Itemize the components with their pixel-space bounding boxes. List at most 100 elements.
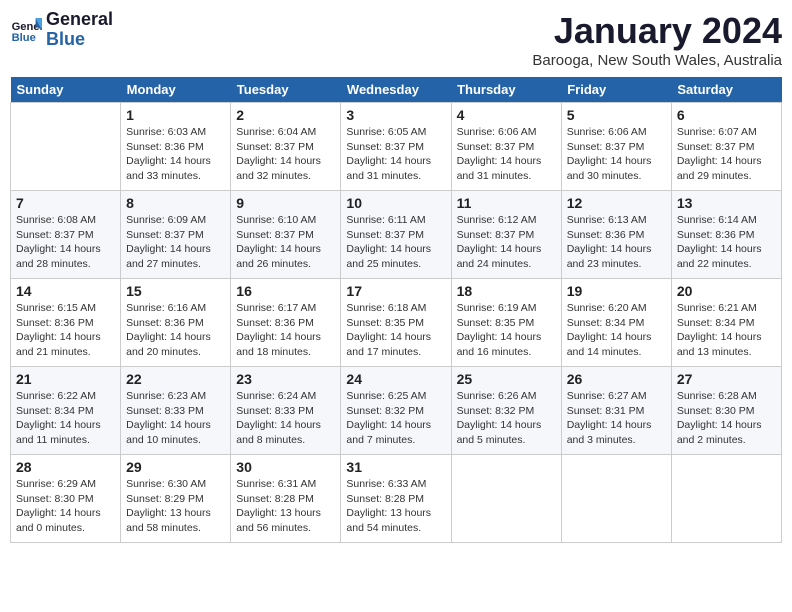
- day-cell: 15 Sunrise: 6:16 AM Sunset: 8:36 PM Dayli…: [121, 279, 231, 367]
- day-cell: 4 Sunrise: 6:06 AM Sunset: 8:37 PM Daylig…: [451, 103, 561, 191]
- logo-general: General: [46, 10, 113, 30]
- day-cell: 11 Sunrise: 6:12 AM Sunset: 8:37 PM Dayli…: [451, 191, 561, 279]
- day-info: Sunrise: 6:28 AM Sunset: 8:30 PM Dayligh…: [677, 389, 776, 448]
- day-cell: 17 Sunrise: 6:18 AM Sunset: 8:35 PM Dayli…: [341, 279, 451, 367]
- week-row-1: 1 Sunrise: 6:03 AM Sunset: 8:36 PM Daylig…: [11, 103, 782, 191]
- day-number: 2: [236, 107, 335, 123]
- day-info: Sunrise: 6:21 AM Sunset: 8:34 PM Dayligh…: [677, 301, 776, 360]
- day-info: Sunrise: 6:05 AM Sunset: 8:37 PM Dayligh…: [346, 125, 445, 184]
- day-info: Sunrise: 6:17 AM Sunset: 8:36 PM Dayligh…: [236, 301, 335, 360]
- location: Barooga, New South Wales, Australia: [532, 52, 782, 69]
- day-cell: 16 Sunrise: 6:17 AM Sunset: 8:36 PM Dayli…: [231, 279, 341, 367]
- day-cell: [561, 455, 671, 543]
- day-info: Sunrise: 6:03 AM Sunset: 8:36 PM Dayligh…: [126, 125, 225, 184]
- day-info: Sunrise: 6:09 AM Sunset: 8:37 PM Dayligh…: [126, 213, 225, 272]
- day-number: 27: [677, 371, 776, 387]
- day-info: Sunrise: 6:25 AM Sunset: 8:32 PM Dayligh…: [346, 389, 445, 448]
- day-cell: [451, 455, 561, 543]
- week-row-2: 7 Sunrise: 6:08 AM Sunset: 8:37 PM Daylig…: [11, 191, 782, 279]
- day-number: 19: [567, 283, 666, 299]
- day-cell: [11, 103, 121, 191]
- day-cell: 30Sunrise: 6:31 AM Sunset: 8:28 PM Dayli…: [231, 455, 341, 543]
- weekday-header-thursday: Thursday: [451, 77, 561, 103]
- calendar-table: SundayMondayTuesdayWednesdayThursdayFrid…: [10, 77, 782, 543]
- day-number: 15: [126, 283, 225, 299]
- day-number: 25: [457, 371, 556, 387]
- day-info: Sunrise: 6:18 AM Sunset: 8:35 PM Dayligh…: [346, 301, 445, 360]
- day-number: 6: [677, 107, 776, 123]
- day-cell: 28Sunrise: 6:29 AM Sunset: 8:30 PM Dayli…: [11, 455, 121, 543]
- day-info: Sunrise: 6:30 AM Sunset: 8:29 PM Dayligh…: [126, 477, 225, 536]
- day-info: Sunrise: 6:16 AM Sunset: 8:36 PM Dayligh…: [126, 301, 225, 360]
- day-info: Sunrise: 6:26 AM Sunset: 8:32 PM Dayligh…: [457, 389, 556, 448]
- day-number: 8: [126, 195, 225, 211]
- day-info: Sunrise: 6:22 AM Sunset: 8:34 PM Dayligh…: [16, 389, 115, 448]
- day-info: Sunrise: 6:11 AM Sunset: 8:37 PM Dayligh…: [346, 213, 445, 272]
- weekday-header-sunday: Sunday: [11, 77, 121, 103]
- day-cell: 5 Sunrise: 6:06 AM Sunset: 8:37 PM Daylig…: [561, 103, 671, 191]
- logo: General Blue General Blue: [10, 10, 113, 50]
- day-info: Sunrise: 6:33 AM Sunset: 8:28 PM Dayligh…: [346, 477, 445, 536]
- day-info: Sunrise: 6:10 AM Sunset: 8:37 PM Dayligh…: [236, 213, 335, 272]
- day-cell: 20 Sunrise: 6:21 AM Sunset: 8:34 PM Dayli…: [671, 279, 781, 367]
- day-number: 10: [346, 195, 445, 211]
- day-number: 20: [677, 283, 776, 299]
- day-info: Sunrise: 6:07 AM Sunset: 8:37 PM Dayligh…: [677, 125, 776, 184]
- week-row-3: 14Sunrise: 6:15 AM Sunset: 8:36 PM Dayli…: [11, 279, 782, 367]
- day-number: 1: [126, 107, 225, 123]
- day-cell: [671, 455, 781, 543]
- day-cell: 31Sunrise: 6:33 AM Sunset: 8:28 PM Dayli…: [341, 455, 451, 543]
- weekday-header-friday: Friday: [561, 77, 671, 103]
- day-cell: 12 Sunrise: 6:13 AM Sunset: 8:36 PM Dayli…: [561, 191, 671, 279]
- day-cell: 23 Sunrise: 6:24 AM Sunset: 8:33 PM Dayli…: [231, 367, 341, 455]
- day-number: 4: [457, 107, 556, 123]
- day-info: Sunrise: 6:06 AM Sunset: 8:37 PM Dayligh…: [567, 125, 666, 184]
- day-cell: 14Sunrise: 6:15 AM Sunset: 8:36 PM Dayli…: [11, 279, 121, 367]
- day-number: 23: [236, 371, 335, 387]
- day-cell: 25 Sunrise: 6:26 AM Sunset: 8:32 PM Dayli…: [451, 367, 561, 455]
- page-header: General Blue General Blue January 2024 B…: [10, 10, 782, 69]
- day-info: Sunrise: 6:12 AM Sunset: 8:37 PM Dayligh…: [457, 213, 556, 272]
- logo-blue: Blue: [46, 30, 113, 50]
- day-info: Sunrise: 6:29 AM Sunset: 8:30 PM Dayligh…: [16, 477, 115, 536]
- day-info: Sunrise: 6:15 AM Sunset: 8:36 PM Dayligh…: [16, 301, 115, 360]
- day-info: Sunrise: 6:31 AM Sunset: 8:28 PM Dayligh…: [236, 477, 335, 536]
- day-cell: 10 Sunrise: 6:11 AM Sunset: 8:37 PM Dayli…: [341, 191, 451, 279]
- day-cell: 9 Sunrise: 6:10 AM Sunset: 8:37 PM Daylig…: [231, 191, 341, 279]
- day-number: 9: [236, 195, 335, 211]
- day-info: Sunrise: 6:13 AM Sunset: 8:36 PM Dayligh…: [567, 213, 666, 272]
- day-number: 13: [677, 195, 776, 211]
- day-number: 12: [567, 195, 666, 211]
- day-cell: 22Sunrise: 6:23 AM Sunset: 8:33 PM Dayli…: [121, 367, 231, 455]
- day-cell: 19Sunrise: 6:20 AM Sunset: 8:34 PM Dayli…: [561, 279, 671, 367]
- day-number: 16: [236, 283, 335, 299]
- day-cell: 8 Sunrise: 6:09 AM Sunset: 8:37 PM Daylig…: [121, 191, 231, 279]
- day-cell: 29Sunrise: 6:30 AM Sunset: 8:29 PM Dayli…: [121, 455, 231, 543]
- day-cell: 2 Sunrise: 6:04 AM Sunset: 8:37 PM Daylig…: [231, 103, 341, 191]
- day-cell: 24Sunrise: 6:25 AM Sunset: 8:32 PM Dayli…: [341, 367, 451, 455]
- day-info: Sunrise: 6:08 AM Sunset: 8:37 PM Dayligh…: [16, 213, 115, 272]
- day-number: 26: [567, 371, 666, 387]
- day-info: Sunrise: 6:06 AM Sunset: 8:37 PM Dayligh…: [457, 125, 556, 184]
- day-number: 21: [16, 371, 115, 387]
- day-number: 7: [16, 195, 115, 211]
- day-info: Sunrise: 6:19 AM Sunset: 8:35 PM Dayligh…: [457, 301, 556, 360]
- weekday-header-wednesday: Wednesday: [341, 77, 451, 103]
- day-cell: 18 Sunrise: 6:19 AM Sunset: 8:35 PM Dayli…: [451, 279, 561, 367]
- day-cell: 13 Sunrise: 6:14 AM Sunset: 8:36 PM Dayli…: [671, 191, 781, 279]
- weekday-header-monday: Monday: [121, 77, 231, 103]
- day-number: 5: [567, 107, 666, 123]
- weekday-header-saturday: Saturday: [671, 77, 781, 103]
- day-cell: 6 Sunrise: 6:07 AM Sunset: 8:37 PM Daylig…: [671, 103, 781, 191]
- day-info: Sunrise: 6:24 AM Sunset: 8:33 PM Dayligh…: [236, 389, 335, 448]
- day-cell: 7 Sunrise: 6:08 AM Sunset: 8:37 PM Daylig…: [11, 191, 121, 279]
- day-info: Sunrise: 6:14 AM Sunset: 8:36 PM Dayligh…: [677, 213, 776, 272]
- title-block: January 2024 Barooga, New South Wales, A…: [532, 10, 782, 69]
- day-number: 17: [346, 283, 445, 299]
- day-number: 3: [346, 107, 445, 123]
- day-number: 11: [457, 195, 556, 211]
- day-number: 18: [457, 283, 556, 299]
- day-info: Sunrise: 6:23 AM Sunset: 8:33 PM Dayligh…: [126, 389, 225, 448]
- month-title: January 2024: [532, 10, 782, 52]
- day-info: Sunrise: 6:04 AM Sunset: 8:37 PM Dayligh…: [236, 125, 335, 184]
